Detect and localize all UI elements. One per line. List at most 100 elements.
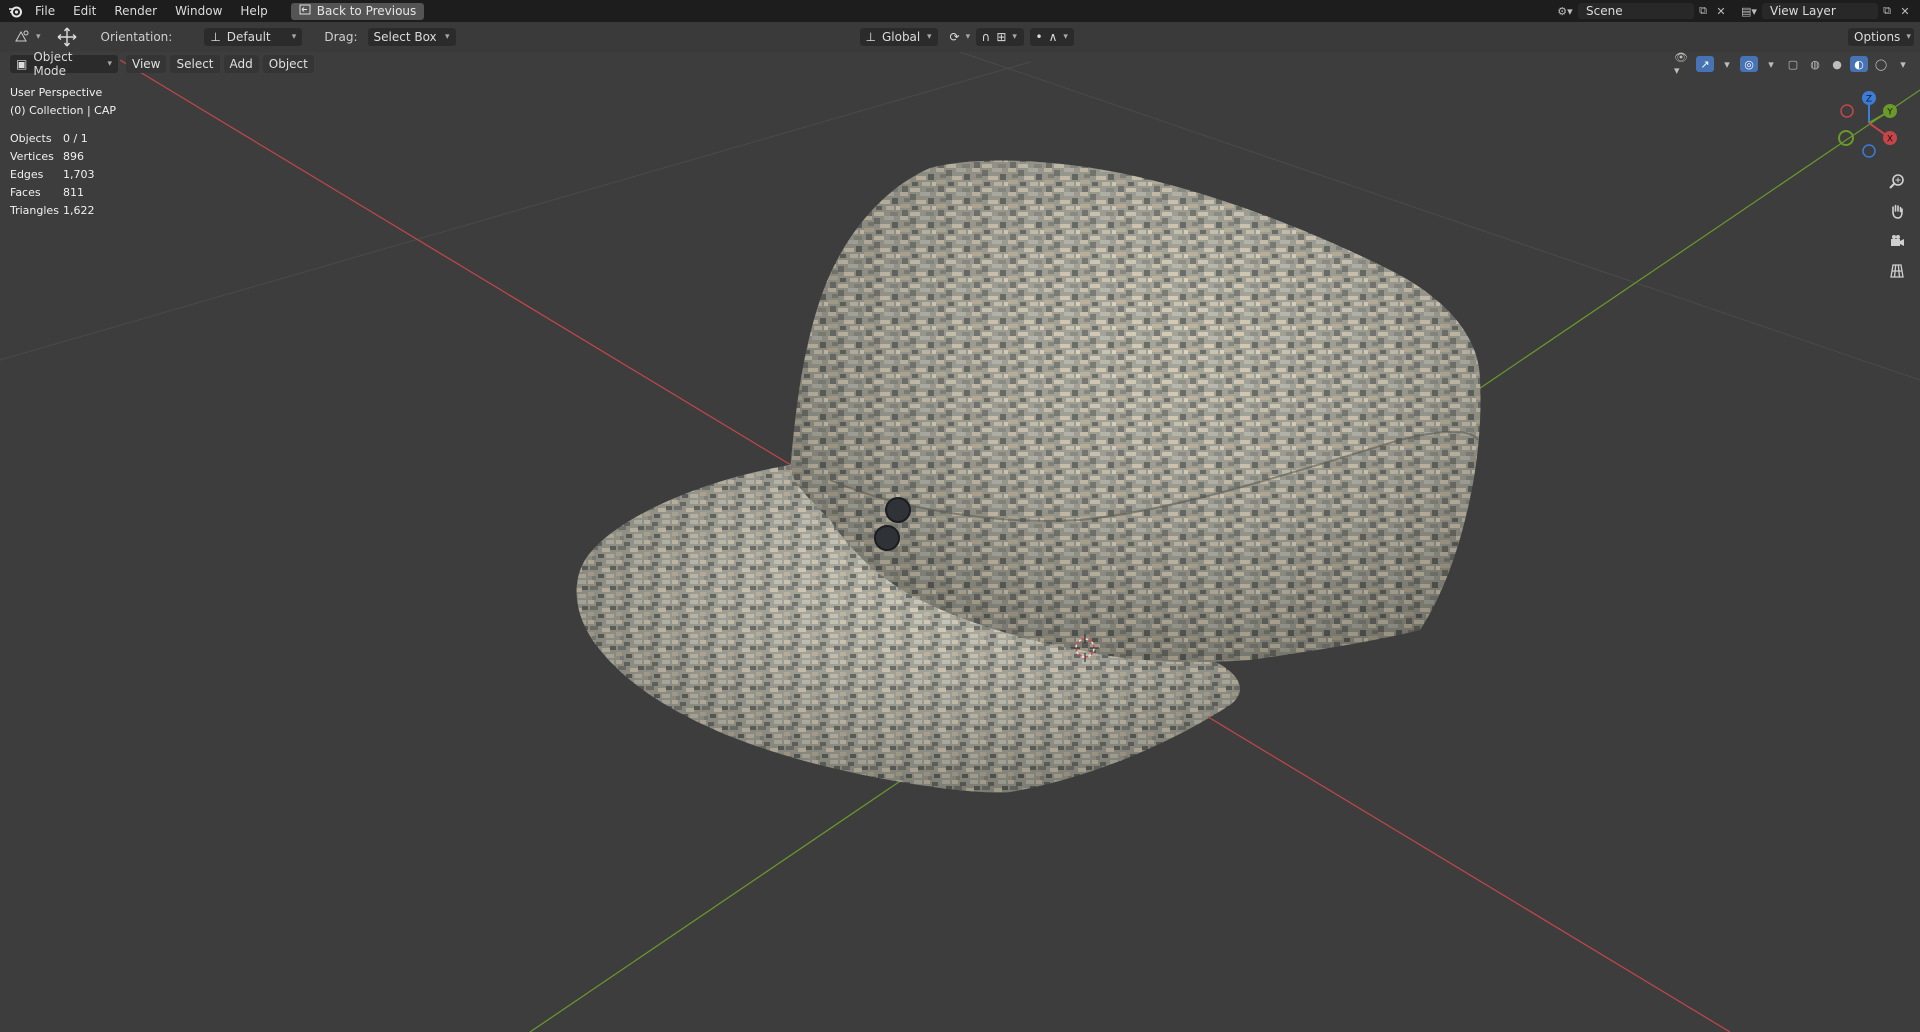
object-mode-icon: ▣	[16, 57, 28, 71]
proportional-dot-icon: •	[1035, 30, 1043, 44]
view-layer-name: View Layer	[1770, 4, 1836, 18]
chevron-down-icon: ▾	[926, 32, 932, 42]
proportional-editing-dropdown[interactable]: • ∧ ▾	[1029, 28, 1074, 46]
gizmo-y-label: Y	[1886, 108, 1893, 118]
options-label: Options	[1854, 30, 1901, 44]
overlays-dropdown-icon[interactable]: ▾	[1762, 56, 1780, 72]
object-mode-dropdown[interactable]: ▣ Object Mode ▾	[10, 50, 118, 78]
stat-label: Faces	[10, 186, 41, 199]
stat-value: 1,703	[63, 168, 95, 181]
viewport-header-right: 👁▾ ↗ ▾ ◎ ▾ ▢ ◍ ● ◐ ◯ ▾	[1674, 51, 1912, 77]
solid-shading-icon[interactable]: ●	[1828, 56, 1846, 72]
drag-dropdown[interactable]: Select Box ▾	[367, 28, 456, 46]
gizmo-neg-y	[1838, 130, 1854, 146]
gizmo-toggle-icon[interactable]: ↗	[1696, 56, 1714, 72]
menu-render[interactable]: Render	[105, 0, 166, 22]
xray-toggle-icon[interactable]: ▢	[1784, 56, 1802, 72]
editor-type-icon	[14, 29, 30, 46]
scene-selector-group: ⚙▾ Scene ⧉ ✕ ▤▾ View Layer ⧉ ✕	[1556, 0, 1920, 22]
zoom-icon[interactable]	[1884, 168, 1910, 194]
camera-view-icon[interactable]	[1884, 228, 1910, 254]
falloff-curve-icon: ∧	[1048, 30, 1058, 44]
gizmo-x-label: X	[1887, 135, 1893, 145]
view-layer-browse-icon[interactable]: ▤▾	[1740, 3, 1758, 19]
material-preview-shading-icon[interactable]: ◐	[1850, 56, 1868, 72]
stat-value: 896	[63, 150, 84, 163]
wireframe-shading-icon[interactable]: ◍	[1806, 56, 1824, 72]
chevron-down-icon: ▾	[1906, 32, 1911, 42]
drag-label: Drag:	[324, 30, 358, 44]
scene-name-field[interactable]: Scene	[1578, 3, 1694, 19]
chevron-down-icon: ▾	[291, 32, 297, 42]
pivot-point-dropdown[interactable]: ⟳ ▾	[944, 28, 974, 46]
stat-row: Triangles 1,622	[10, 202, 116, 220]
snap-increment-icon: ⊞	[996, 30, 1007, 44]
stat-value: 811	[63, 186, 84, 199]
back-to-previous-label: Back to Previous	[316, 4, 417, 18]
chevron-down-icon: ▾	[107, 59, 112, 69]
stat-value: 1,622	[63, 204, 95, 217]
back-to-previous-button[interactable]: Back to Previous	[290, 2, 425, 20]
gizmo-neg-x	[1840, 104, 1854, 118]
menu-help[interactable]: Help	[231, 0, 276, 22]
drag-value: Select Box	[373, 30, 437, 44]
gizmo-neg-z	[1862, 144, 1876, 158]
stat-label: Objects	[10, 132, 52, 145]
gizmo-dropdown-icon[interactable]: ▾	[1718, 56, 1736, 72]
gizmo-z-label: Z	[1866, 95, 1872, 105]
cap-button-top	[885, 497, 911, 523]
menu-edit[interactable]: Edit	[64, 0, 105, 22]
menu-window[interactable]: Window	[166, 0, 231, 22]
transform-orientation-dropdown[interactable]: ⊥ Global ▾	[859, 28, 938, 46]
scene-name: Scene	[1586, 4, 1623, 18]
snapping-dropdown[interactable]: ∩ ⊞ ▾	[975, 28, 1024, 46]
chevron-down-icon: ▾	[444, 32, 450, 42]
cap-button-bottom	[874, 525, 900, 551]
rendered-shading-icon[interactable]: ◯	[1872, 56, 1890, 72]
delete-scene-icon[interactable]: ✕	[1712, 3, 1730, 19]
magnet-icon: ∩	[981, 30, 991, 44]
viewport-header: ▣ Object Mode ▾ View Select Add Object	[0, 50, 1920, 78]
global-axis-icon: ⊥	[865, 30, 876, 44]
shading-dropdown-icon[interactable]: ▾	[1894, 56, 1912, 72]
screen-back-icon	[299, 4, 311, 18]
menu-select[interactable]: Select	[170, 55, 220, 73]
menu-object[interactable]: Object	[262, 55, 314, 73]
menu-add[interactable]: Add	[223, 55, 259, 73]
object-mode-value: Object Mode	[33, 50, 73, 78]
perspective-ortho-grid-icon[interactable]	[1884, 258, 1910, 284]
editor-type-dropdown[interactable]: ▾	[8, 28, 47, 46]
view-perspective-label: User Perspective	[10, 86, 103, 99]
tool-settings-bar: ▾ Orientation: ⊥ Default ▾ Drag: Select …	[0, 22, 1920, 52]
view-layer-field[interactable]: View Layer	[1762, 3, 1878, 19]
collection-label: (0) Collection | CAP	[10, 104, 117, 117]
orientation-axis-icon: ⊥	[210, 30, 221, 44]
overlays-toggle-icon[interactable]: ◎	[1740, 56, 1758, 72]
menu-view[interactable]: View	[126, 55, 167, 73]
options-dropdown[interactable]: Options ▾	[1848, 28, 1914, 46]
stat-label: Triangles	[10, 204, 59, 217]
new-view-layer-icon[interactable]: ⧉	[1878, 3, 1896, 19]
stat-value: 0 / 1	[63, 132, 88, 145]
stat-row: Faces 811	[10, 184, 116, 202]
orientation-label: Orientation:	[100, 30, 173, 44]
move-tool-icon[interactable]	[55, 26, 79, 48]
scene-browse-icon[interactable]: ⚙▾	[1556, 3, 1574, 19]
pivot-icon: ⟳	[949, 30, 960, 44]
blender-logo-icon[interactable]	[4, 0, 26, 22]
navigation-gizmo[interactable]: Z Y X	[1834, 88, 1904, 158]
transform-orientation-value: Global	[881, 30, 921, 44]
stat-label: Vertices	[10, 150, 54, 163]
new-scene-icon[interactable]: ⧉	[1694, 3, 1712, 19]
stat-row: Edges 1,703	[10, 166, 116, 184]
3d-viewport[interactable]	[0, 52, 1920, 1032]
visibility-eye-icon[interactable]: 👁▾	[1674, 51, 1692, 77]
orientation-dropdown[interactable]: ⊥ Default ▾	[204, 28, 303, 46]
menu-file[interactable]: File	[26, 0, 64, 22]
stat-row: Vertices 896	[10, 148, 116, 166]
top-menu-bar: File Edit Render Window Help Back to Pre…	[0, 0, 1920, 22]
pan-hand-icon[interactable]	[1884, 198, 1910, 224]
delete-view-layer-icon[interactable]: ✕	[1896, 3, 1914, 19]
viewport-info-overlay: User Perspective (0) Collection | CAP Ob…	[10, 84, 116, 220]
stat-label: Edges	[10, 168, 44, 181]
